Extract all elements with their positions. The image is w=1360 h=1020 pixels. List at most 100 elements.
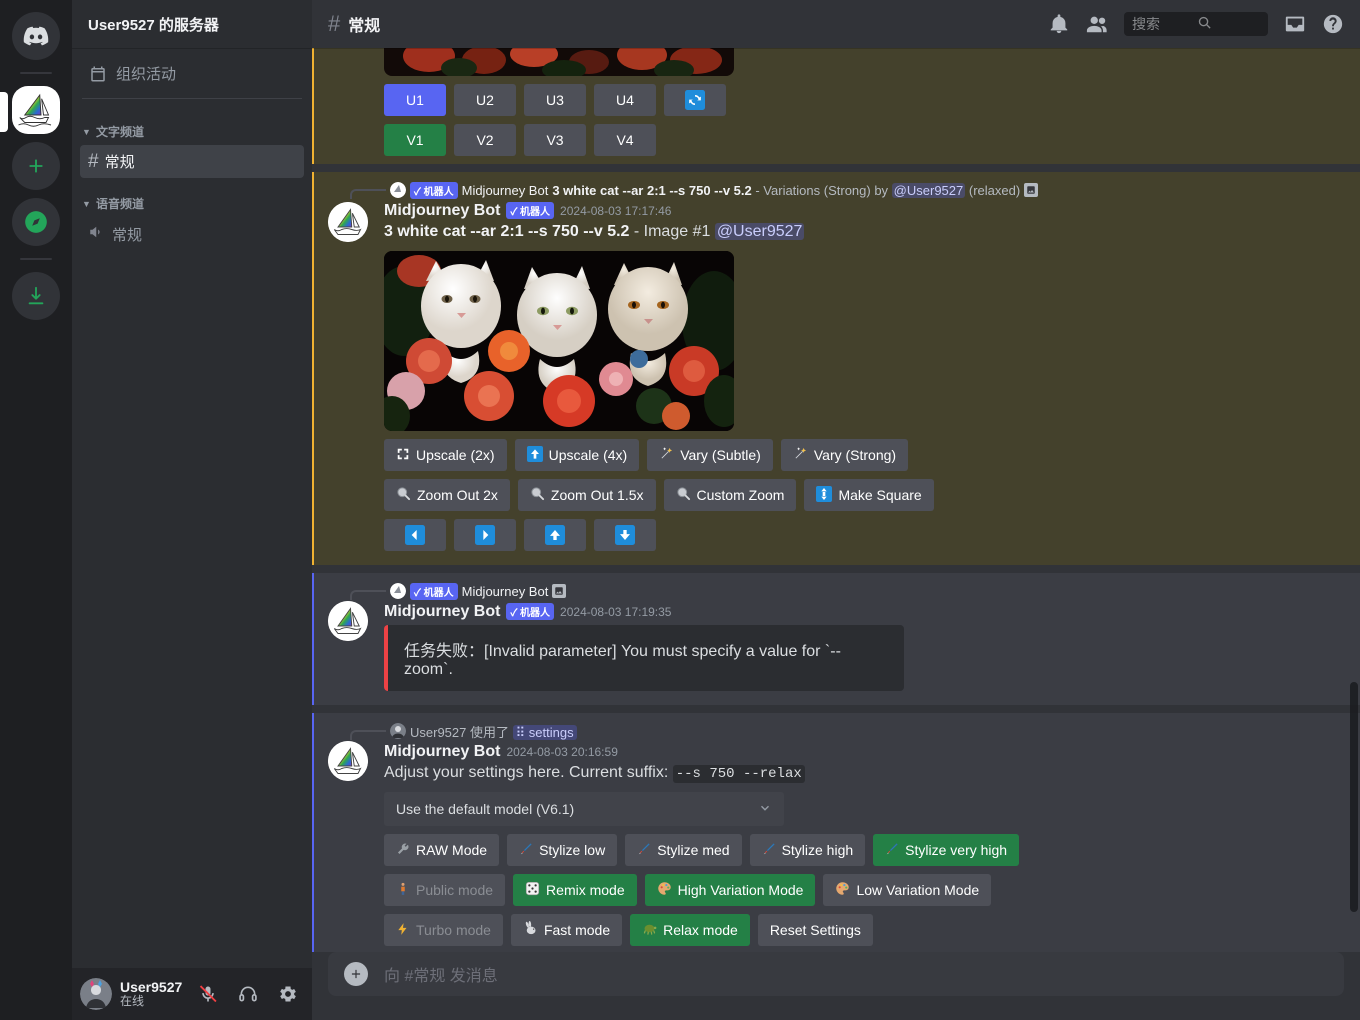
stylize-high-label: Stylize high [781, 842, 854, 859]
attach-plus-button[interactable] [344, 962, 368, 986]
bot-badge-reply: ✓ 机器人 [410, 181, 458, 199]
custom-zoom-label: Custom Zoom [696, 487, 785, 503]
scrollbar-thumb[interactable] [1350, 682, 1358, 912]
generated-image-three-cats[interactable] [384, 251, 734, 431]
reply-avatar [390, 182, 406, 198]
message-avatar[interactable] [328, 202, 368, 242]
category-text-label: 文字频道 [96, 125, 145, 139]
arrow-up-icon [545, 525, 565, 545]
server-icon-midjourney[interactable] [12, 86, 60, 134]
help-icon[interactable] [1322, 13, 1344, 35]
high-variation-mode-button[interactable]: High Variation Mode [644, 874, 816, 907]
header-actions: 搜索 [1048, 12, 1352, 36]
stylize-high-button[interactable]: Stylize high [749, 834, 866, 867]
v2-button[interactable]: V2 [454, 124, 516, 156]
upscale-4x-icon [526, 445, 543, 465]
category-voice-label: 语音频道 [96, 197, 145, 211]
search-placeholder: 搜索 [1132, 16, 1160, 32]
reply-reference-2[interactable]: ✓ 机器人 Midjourney Bot [328, 581, 1312, 601]
message-avatar-2[interactable] [328, 601, 368, 641]
reply-mention: @User9527 [891, 182, 966, 198]
user-info[interactable]: User9527 在线 [120, 979, 184, 1009]
reply-reference[interactable]: ✓ 机器人 Midjourney Bot 3 white cat --ar 2:… [328, 180, 1312, 200]
vary-subtle-button[interactable]: Vary (Subtle) [647, 439, 773, 471]
reset-settings-button[interactable]: Reset Settings [757, 914, 873, 947]
zoom-out-2x-label: Zoom Out 2x [417, 487, 498, 503]
zoom-out-2x-button[interactable]: Zoom Out 2x [384, 479, 510, 511]
u2-button[interactable]: U2 [454, 84, 516, 116]
user-settings-gear-button[interactable] [272, 978, 304, 1010]
model-select[interactable]: Use the default model (V6.1) [384, 792, 784, 827]
message-author-2: Midjourney Bot [384, 603, 501, 620]
member-list-icon[interactable] [1086, 13, 1108, 35]
remix-mode-button[interactable]: Remix mode [513, 874, 637, 907]
sidebar-item-events[interactable]: 组织活动 [80, 57, 304, 90]
reroll-button[interactable] [664, 84, 726, 116]
discord-home-button[interactable] [12, 12, 60, 60]
remix-mode-label: Remix mode [546, 882, 625, 899]
pan-up-button[interactable] [524, 519, 586, 551]
pan-down-button[interactable] [594, 519, 656, 551]
stylize-low-button[interactable]: Stylize low [507, 834, 618, 867]
stylize-med-button[interactable]: Stylize med [625, 834, 742, 867]
custom-zoom-button[interactable]: Custom Zoom [663, 479, 797, 511]
add-server-button[interactable] [12, 142, 60, 190]
sidebar-item-events-label: 组织活动 [116, 66, 177, 83]
relax-mode-button[interactable]: Relax mode [630, 914, 750, 947]
make-square-button[interactable]: Make Square [804, 479, 934, 511]
avatar[interactable] [80, 978, 112, 1010]
upscale-4x-button[interactable]: Upscale (4x) [514, 439, 640, 471]
turbo-mode-button[interactable]: Turbo mode [384, 914, 503, 947]
vary-strong-button[interactable]: Vary (Strong) [780, 439, 909, 471]
message-avatar-3[interactable] [328, 741, 368, 781]
explore-servers-button[interactable] [12, 198, 60, 246]
u1-button[interactable]: U1 [384, 84, 446, 116]
cropped-grid-image[interactable] [384, 48, 734, 76]
sparkles-icon-1 [659, 446, 674, 464]
zoom-out-1-5x-button[interactable]: Zoom Out 1.5x [517, 479, 656, 511]
slash-command-tag[interactable]: ⠿ settings [512, 724, 577, 740]
current-suffix-code: --s 750 --relax [672, 765, 805, 783]
deafen-headphones-button[interactable] [232, 978, 264, 1010]
stylize-very-high-button[interactable]: Stylize very high [873, 834, 1020, 867]
v3-button[interactable]: V3 [524, 124, 586, 156]
rabbit-icon [523, 921, 538, 939]
category-text-channels[interactable]: ▼ 文字频道 [72, 107, 312, 144]
mute-microphone-button[interactable] [192, 978, 224, 1010]
low-variation-mode-button[interactable]: Low Variation Mode [823, 874, 992, 907]
search-input[interactable]: 搜索 [1124, 12, 1268, 36]
channel-header: # 常规 搜索 [312, 0, 1360, 48]
message-header-2: Midjourney Bot ✓ 机器人 2024-08-03 17:19:35 [384, 603, 1312, 621]
message-scrollbar[interactable] [1350, 48, 1358, 952]
message-spacer-1 [312, 164, 1360, 172]
pan-right-button[interactable] [454, 519, 516, 551]
upscale-2x-button[interactable]: Upscale (2x) [384, 439, 507, 471]
pan-button-row [384, 519, 1312, 551]
v4-button[interactable]: V4 [594, 124, 656, 156]
message-header-3: Midjourney Bot 2024-08-03 20:16:59 [384, 743, 1312, 761]
u4-button[interactable]: U4 [594, 84, 656, 116]
sidebar-channel-text-general[interactable]: # 常规 [80, 145, 304, 178]
public-mode-button[interactable]: Public mode [384, 874, 506, 907]
sailboat-logo [18, 93, 52, 127]
category-voice-channels[interactable]: ▼ 语音频道 [72, 179, 312, 216]
download-apps-button[interactable] [12, 272, 60, 320]
reply-avatar-2 [390, 583, 406, 599]
fast-mode-button[interactable]: Fast mode [510, 914, 623, 947]
message-body: 3 white cat --ar 2:1 --s 750 --v 5.2 - I… [384, 221, 1312, 243]
message-author-3: Midjourney Bot [384, 743, 501, 760]
composer-input-area[interactable]: 向 #常规 发消息 [328, 952, 1344, 996]
u3-button[interactable]: U3 [524, 84, 586, 116]
v1-button[interactable]: V1 [384, 124, 446, 156]
inbox-icon[interactable] [1284, 13, 1306, 35]
pan-left-button[interactable] [384, 519, 446, 551]
reply-author: Midjourney Bot [461, 182, 549, 198]
notifications-bell-icon[interactable] [1048, 13, 1070, 35]
command-reference[interactable]: User9527 使用了 ⠿ settings [328, 721, 1312, 741]
sidebar-channel-voice-general[interactable]: 常规 [80, 217, 304, 251]
upscale-2x-icon [396, 447, 410, 464]
raw-mode-button[interactable]: RAW Mode [384, 834, 500, 867]
server-header[interactable]: User9527 的服务器 [72, 0, 312, 48]
attachment-image-icon-2 [552, 584, 567, 598]
main-content: # 常规 搜索 U1 U2 U3 U4 V1 V2 V3 V4 ✓ 机器人 Mi… [312, 0, 1360, 1020]
